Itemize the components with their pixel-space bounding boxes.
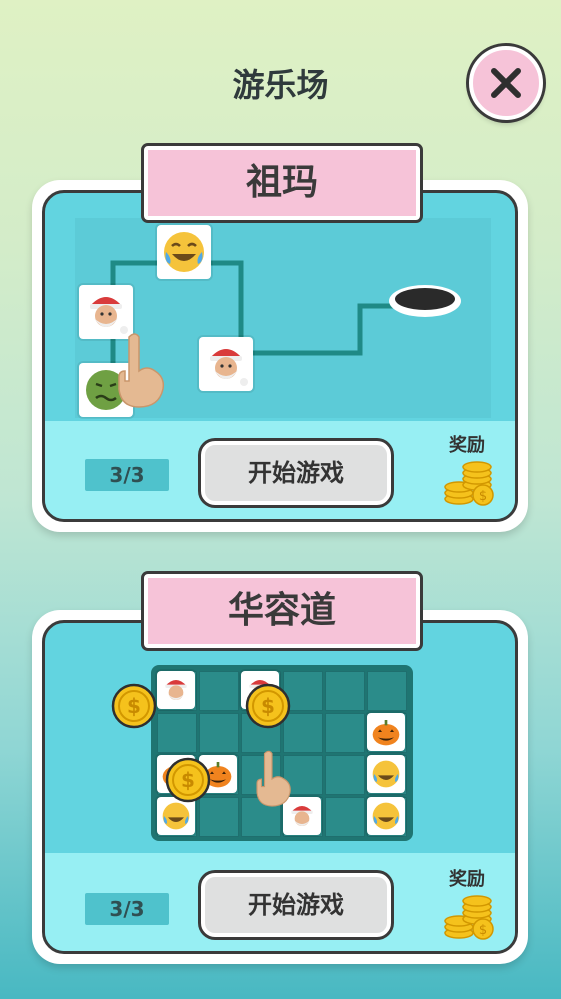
svg-text:$: $ [261, 694, 275, 718]
close-icon [491, 68, 521, 98]
start-game-button[interactable]: 开始游戏 [201, 441, 391, 505]
game-title-zuma: 祖玛 [144, 146, 420, 220]
svg-text:$: $ [127, 694, 141, 718]
reward-label: 奖励 [449, 435, 485, 456]
card-footer: 3/3 开始游戏 奖励 $ [45, 421, 515, 519]
progress-badge: 3/3 [85, 459, 169, 491]
coin-stack-icon: $ [444, 895, 494, 940]
pointing-hand-icon [118, 333, 165, 408]
reward-label: 奖励 [449, 869, 485, 890]
dollar-coin-icon: $ [111, 683, 157, 729]
laughing-tears-icon[interactable] [367, 755, 405, 793]
coin-stack-icon: $ [444, 461, 494, 506]
laughing-tears-icon[interactable] [367, 797, 405, 835]
hole-icon [389, 285, 461, 317]
pumpkin-icon[interactable] [367, 713, 405, 751]
svg-text:$: $ [181, 768, 195, 792]
dollar-coin-icon: $ [245, 683, 291, 729]
santa-icon[interactable] [199, 337, 253, 391]
pointing-hand-icon [256, 750, 291, 807]
game-title-klotski: 华容道 [144, 574, 420, 648]
svg-text:$: $ [479, 489, 487, 504]
laughing-tears-icon[interactable] [157, 225, 211, 279]
svg-text:$: $ [479, 923, 487, 938]
progress-badge: 3/3 [85, 893, 169, 925]
card-body: $ $ $ 3/3 开始游戏 奖励 $ [42, 620, 518, 954]
card-body: 3/3 开始游戏 奖励 $ [42, 190, 518, 522]
start-game-button[interactable]: 开始游戏 [201, 873, 391, 937]
game-card-klotski: $ $ $ 3/3 开始游戏 奖励 $ 华容道 [32, 574, 528, 964]
santa-icon[interactable] [157, 671, 195, 709]
close-button[interactable] [469, 46, 543, 120]
card-footer: 3/3 开始游戏 奖励 $ [45, 853, 515, 951]
game-card-zuma: 3/3 开始游戏 奖励 $ 祖玛 [32, 146, 528, 532]
dollar-coin-icon: $ [165, 757, 211, 803]
